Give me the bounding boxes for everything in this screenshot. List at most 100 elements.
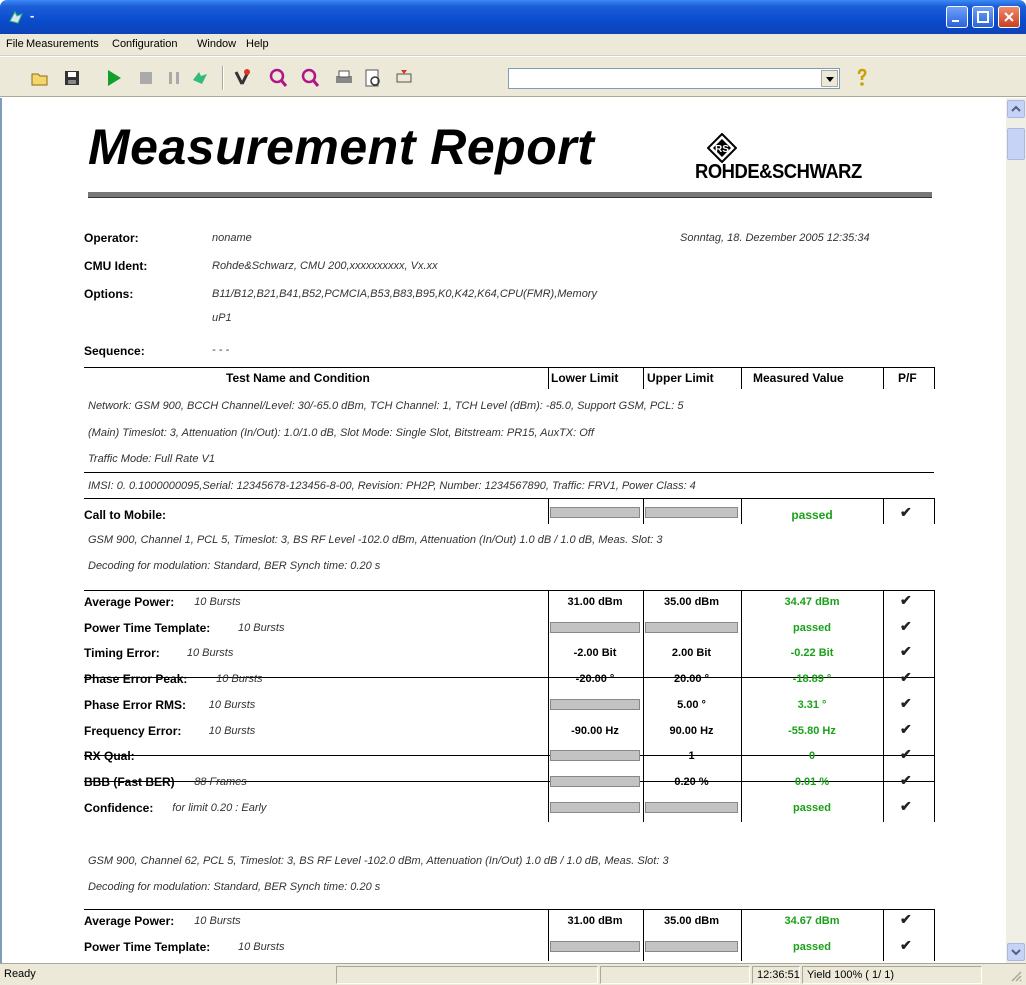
menu-window[interactable]: Window: [197, 38, 236, 50]
col-divider: [934, 718, 935, 746]
chevron-down-icon[interactable]: [821, 70, 838, 87]
window-title: -: [30, 8, 35, 23]
col-divider: [883, 498, 884, 524]
decoding-ch62: Decoding for modulation: Standard, BER S…: [88, 881, 381, 893]
test-condition: 10 Bursts: [238, 940, 285, 953]
maximize-button[interactable]: [972, 6, 994, 28]
connect-icon[interactable]: [394, 68, 414, 88]
test-name: Frequency Error:: [84, 723, 182, 738]
menu-help[interactable]: Help: [246, 38, 269, 50]
col-divider: [883, 934, 884, 962]
col-divider: [934, 615, 935, 643]
menu-configuration[interactable]: Configuration: [112, 38, 177, 50]
title-rule: [88, 192, 932, 198]
pass-check-icon: ✔: [900, 936, 912, 953]
col-divider: [548, 795, 549, 823]
col-header-measured: Measured Value: [753, 371, 844, 385]
settings-icon[interactable]: [232, 68, 252, 88]
lower-limit: -20.00 °: [575, 673, 615, 686]
options-value: B11/B12,B21,B41,B52,PCMCIA,B53,B83,B95,K…: [212, 288, 597, 300]
col-divider: [643, 667, 644, 694]
pass-check-icon: ✔: [900, 797, 912, 814]
zoom-in-icon[interactable]: [268, 68, 288, 88]
maximize-icon: [977, 11, 989, 23]
col-divider: [934, 498, 935, 524]
pass-check-icon: ✔: [900, 771, 912, 788]
lower-limit: 31.00 dBm: [567, 596, 623, 608]
upper-limit: 35.00 dBm: [663, 915, 720, 927]
col-divider: [741, 615, 742, 643]
col-divider: [741, 367, 742, 389]
col-divider: [883, 615, 884, 643]
scroll-up-button[interactable]: [1007, 100, 1025, 118]
col-divider: [741, 498, 742, 524]
traffic-mode: Traffic Mode: Full Rate V1: [88, 453, 215, 465]
close-button[interactable]: [998, 6, 1020, 28]
table-rule: [84, 590, 934, 591]
test-name: Phase Error Peak:: [84, 672, 188, 687]
upper-limit: 2.00 Bit: [671, 647, 712, 660]
menu-file[interactable]: File: [6, 38, 24, 50]
minimize-button[interactable]: [946, 6, 968, 28]
run-icon[interactable]: [104, 68, 124, 88]
open-icon[interactable]: [30, 68, 50, 88]
rohde-schwarz-logo: RS ROHDE&SCHWARZ: [695, 133, 935, 183]
col-divider: [741, 641, 742, 669]
lower-limit: -2.00 Bit: [573, 647, 617, 660]
print-icon[interactable]: [334, 68, 354, 88]
call-to-mobile-result: passed: [791, 508, 833, 522]
test-condition: 10 Bursts: [194, 596, 241, 608]
measured-value: -0.22 Bit: [790, 647, 834, 660]
pass-check-icon: ✔: [900, 504, 912, 520]
limit-placeholder-bar: [645, 940, 738, 952]
report-document: Measurement Report RS ROHDE&SCHWARZ Oper…: [0, 98, 1006, 963]
test-condition: 88 Frames: [194, 775, 247, 788]
save-icon[interactable]: [62, 68, 82, 88]
pass-check-icon: ✔: [900, 911, 912, 927]
zoom-out-icon[interactable]: [300, 68, 320, 88]
status-bar: Ready 12:36:51 Yield 100% ( 1/ 1): [0, 963, 1026, 985]
menu-measurements[interactable]: Measurements: [26, 38, 99, 50]
pause-icon[interactable]: [164, 68, 184, 88]
options-label: Options:: [84, 287, 134, 301]
col-divider: [741, 769, 742, 797]
rs-diamond-icon: RS: [707, 133, 737, 163]
app-icon: [9, 10, 23, 24]
col-divider: [883, 744, 884, 771]
upper-limit: 5.00 °: [677, 698, 706, 711]
test-name: Timing Error:: [84, 646, 160, 661]
test-condition: 10 Bursts: [186, 647, 234, 660]
help-icon[interactable]: [852, 68, 872, 88]
vertical-scrollbar[interactable]: [1006, 98, 1026, 963]
step-icon[interactable]: [190, 68, 210, 88]
scroll-thumb[interactable]: [1007, 128, 1025, 160]
col-divider: [643, 718, 644, 746]
col-divider: [934, 590, 935, 617]
pass-check-icon: ✔: [900, 694, 912, 711]
resize-grip-icon[interactable]: [1010, 970, 1022, 982]
test-name: Power Time Template:: [84, 620, 211, 635]
col-divider: [643, 590, 644, 617]
col-divider: [548, 498, 549, 524]
preview-icon[interactable]: [363, 68, 383, 88]
col-divider: [741, 667, 742, 694]
chevron-up-icon: [1011, 105, 1021, 112]
operator-value: noname: [212, 232, 252, 244]
scroll-down-button[interactable]: [1007, 943, 1025, 961]
operator-label: Operator:: [84, 231, 139, 245]
stop-icon[interactable]: [136, 68, 156, 88]
table-rule: [84, 472, 934, 473]
sequence-value: - - -: [212, 344, 230, 356]
minimize-icon: [952, 20, 959, 22]
col-divider: [741, 795, 742, 823]
col-divider: [741, 909, 742, 936]
limit-placeholder-bar: [645, 801, 738, 813]
report-title: Measurement Report: [88, 119, 595, 175]
col-divider: [883, 590, 884, 617]
test-name: Phase Error RMS:: [84, 697, 187, 712]
toolbar-separator: [222, 66, 224, 90]
status-yield: Yield 100% ( 1/ 1): [802, 966, 982, 984]
col-divider: [934, 367, 935, 389]
status-pane: [336, 966, 598, 984]
sequence-combo[interactable]: [508, 68, 840, 89]
